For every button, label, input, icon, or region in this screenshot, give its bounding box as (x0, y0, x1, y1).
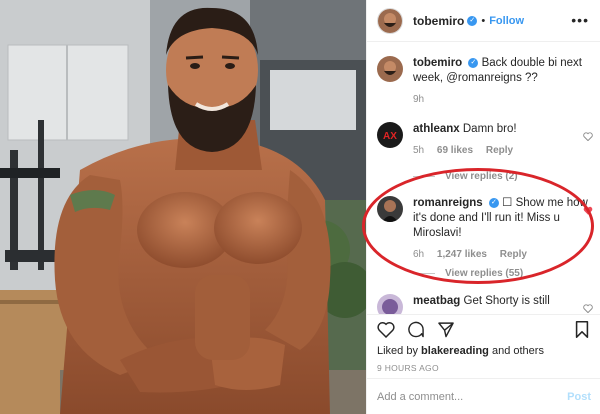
caption: tobemiro ✓ Back double bi next week, @ro… (377, 56, 593, 107)
liked-by-suffix[interactable]: and others (492, 345, 544, 357)
comment-avatar[interactable] (377, 196, 403, 222)
comment-text: Damn bro! (462, 123, 517, 135)
comment-text: Get Shorty is still (463, 295, 550, 307)
heart-outline-icon[interactable] (583, 128, 593, 146)
comment-username[interactable]: meatbag (413, 295, 460, 307)
svg-text:AX: AX (383, 131, 397, 142)
liked-by-prefix: Liked by (377, 345, 418, 357)
avatar[interactable] (377, 7, 403, 34)
heart-filled-icon[interactable] (583, 202, 593, 220)
more-options-icon[interactable]: ••• (571, 12, 589, 28)
action-bar: Liked by blakereading and others 9 HOURS… (367, 314, 600, 414)
comment-age[interactable]: 6h (413, 249, 424, 260)
verified-icon: ✓ (488, 197, 499, 208)
comment-username[interactable]: romanreigns (413, 197, 483, 209)
liked-by-text: Liked by blakereading and others (377, 345, 544, 357)
comment-age[interactable]: 5h (413, 145, 424, 156)
caption-avatar[interactable] (377, 56, 403, 82)
comment-avatar[interactable]: AX (377, 122, 403, 148)
heart-outline-icon[interactable] (583, 300, 593, 314)
comment-likes[interactable]: 69 likes (437, 145, 473, 156)
comment-item: AX athleanx Damn bro! 5h 69 likes Reply (377, 122, 593, 158)
header-username[interactable]: tobemiro (413, 14, 464, 28)
comments-list[interactable]: tobemiro ✓ Back double bi next week, @ro… (367, 42, 600, 314)
separator-dot: • (481, 14, 486, 27)
bookmark-icon[interactable] (575, 321, 589, 343)
add-comment-bar: Post (367, 378, 600, 414)
view-replies-link[interactable]: View replies (2) (413, 171, 518, 182)
post-side-panel: tobemiro ✓ • Follow ••• tobemiro ✓ Back … (366, 0, 600, 414)
post-header: tobemiro ✓ • Follow ••• (367, 0, 600, 42)
caption-age[interactable]: 9h (413, 94, 424, 105)
comment-input[interactable] (377, 390, 568, 403)
comment-likes[interactable]: 1,247 likes (437, 249, 487, 260)
share-plane-icon[interactable] (437, 321, 455, 338)
post-photo[interactable] (0, 0, 366, 414)
like-heart-icon[interactable] (377, 321, 395, 338)
post-button[interactable]: Post (567, 391, 591, 403)
liked-by-user[interactable]: blakereading (421, 345, 489, 357)
verified-icon: ✓ (467, 15, 478, 26)
comment-item: meatbag Get Shorty is still (377, 294, 593, 314)
comment-avatar[interactable] (377, 294, 403, 314)
follow-button[interactable]: Follow (489, 15, 524, 27)
comment-username[interactable]: athleanx (413, 123, 460, 135)
post-timestamp[interactable]: 9 HOURS AGO (377, 363, 439, 373)
comment-bubble-icon[interactable] (407, 321, 425, 338)
comment-item: romanreigns ✓ ☐ Show me how it's done an… (377, 196, 593, 262)
reply-button[interactable]: Reply (486, 145, 513, 156)
view-replies-link[interactable]: View replies (55) (413, 268, 523, 279)
reply-button[interactable]: Reply (500, 249, 527, 260)
caption-username[interactable]: tobemiro (413, 57, 462, 69)
verified-icon: ✓ (468, 57, 479, 68)
